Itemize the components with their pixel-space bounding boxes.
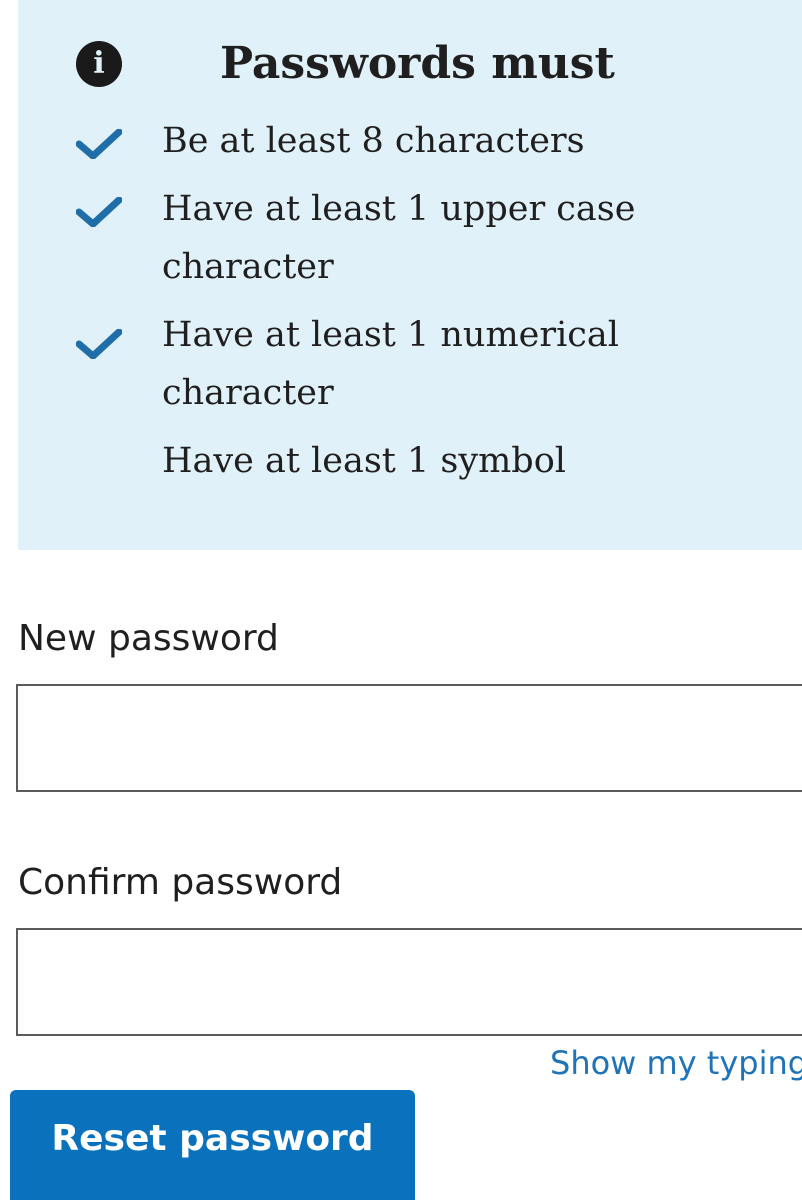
- confirm-password-input[interactable]: [16, 928, 802, 1036]
- new-password-label: New password: [18, 618, 279, 659]
- requirement-text: Have at least 1 upper case character: [162, 189, 636, 287]
- info-icon: i: [76, 41, 122, 87]
- requirement-text: Have at least 1 symbol: [162, 441, 566, 481]
- requirement-item: Be at least 8 characters: [76, 112, 776, 170]
- requirements-title: Passwords must: [220, 38, 615, 89]
- show-typing-link[interactable]: Show my typing: [550, 1044, 802, 1082]
- reset-password-button[interactable]: Reset password: [10, 1090, 415, 1200]
- confirm-password-label: Confirm password: [18, 862, 343, 903]
- requirement-item: Have at least 1 numerical character: [76, 306, 652, 422]
- new-password-input[interactable]: [16, 684, 802, 792]
- requirement-text: Have at least 1 numerical character: [162, 315, 619, 413]
- checkmark-icon: [76, 329, 122, 359]
- password-requirements-panel: i Passwords must Be at least 8 character…: [18, 0, 802, 550]
- requirement-item: Have at least 1 upper case character: [76, 180, 652, 296]
- requirement-item: Have at least 1 symbol: [76, 432, 776, 490]
- requirement-text: Be at least 8 characters: [162, 121, 585, 161]
- requirements-heading: i Passwords must: [76, 34, 615, 94]
- requirements-list: Be at least 8 characters Have at least 1…: [76, 112, 776, 500]
- checkmark-icon: [76, 197, 122, 227]
- checkmark-icon: [76, 129, 122, 159]
